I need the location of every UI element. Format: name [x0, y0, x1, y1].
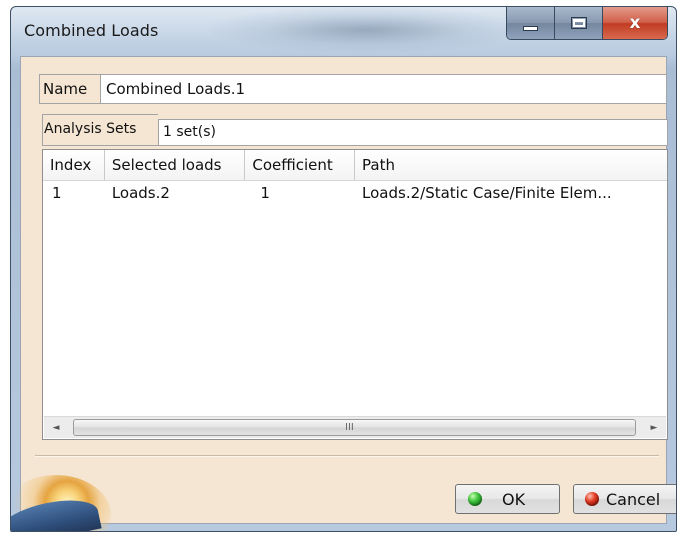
- loads-table: Index Selected loads Coefficient Path 1 …: [42, 149, 668, 440]
- cancel-button-label: Cancel: [606, 489, 661, 509]
- scrollbar-grip-icon: III: [345, 422, 354, 433]
- cancel-icon: [585, 492, 599, 506]
- maximize-button[interactable]: [555, 7, 603, 39]
- cell-coefficient: 1: [260, 184, 270, 202]
- scroll-left-arrow-icon[interactable]: ◄: [46, 417, 66, 438]
- title-bar[interactable]: Combined Loads x: [11, 7, 676, 55]
- close-button[interactable]: x: [603, 7, 667, 39]
- ok-button[interactable]: OK: [455, 484, 560, 514]
- dialog-title: Combined Loads: [24, 21, 159, 40]
- analysis-sets-row: Analysis Sets 1 set(s): [42, 114, 670, 146]
- cancel-button[interactable]: Cancel: [573, 484, 676, 514]
- scrollbar-thumb[interactable]: III: [73, 419, 636, 436]
- horizontal-scrollbar[interactable]: ◄ III ►: [44, 416, 666, 438]
- table-header: Index Selected loads Coefficient Path: [43, 150, 667, 181]
- ok-icon: [468, 492, 482, 506]
- analysis-sets-label: Analysis Sets: [42, 114, 158, 146]
- ok-button-label: OK: [502, 489, 526, 509]
- analysis-sets-field[interactable]: 1 set(s): [158, 119, 668, 146]
- table-row[interactable]: 1 Loads.2 1 Loads.2/Static Case/Finite E…: [43, 181, 667, 205]
- caption-buttons: x: [506, 7, 668, 40]
- title-bar-glow: [211, 7, 521, 53]
- minimize-icon: [523, 25, 538, 31]
- column-header-path[interactable]: Path: [355, 150, 667, 180]
- cell-selected-loads: Loads.2: [111, 184, 170, 202]
- divider: [35, 455, 659, 457]
- maximize-icon: [570, 17, 587, 29]
- name-input[interactable]: Combined Loads.1: [100, 74, 667, 104]
- dialog-window: Combined Loads x Name Combined Loads.1 A…: [10, 6, 677, 532]
- column-header-index[interactable]: Index: [43, 150, 105, 180]
- name-label: Name: [39, 74, 100, 104]
- minimize-button[interactable]: [507, 7, 555, 39]
- cell-index: 1: [52, 184, 62, 202]
- close-icon: x: [629, 12, 641, 33]
- scroll-right-arrow-icon[interactable]: ►: [644, 417, 664, 438]
- column-header-coefficient[interactable]: Coefficient: [245, 150, 356, 180]
- name-row: Name Combined Loads.1: [39, 74, 667, 104]
- cell-path: Loads.2/Static Case/Finite Elem...: [362, 184, 612, 202]
- dialog-client-area: Name Combined Loads.1 Analysis Sets 1 se…: [11, 56, 676, 531]
- column-header-selected-loads[interactable]: Selected loads: [105, 150, 246, 180]
